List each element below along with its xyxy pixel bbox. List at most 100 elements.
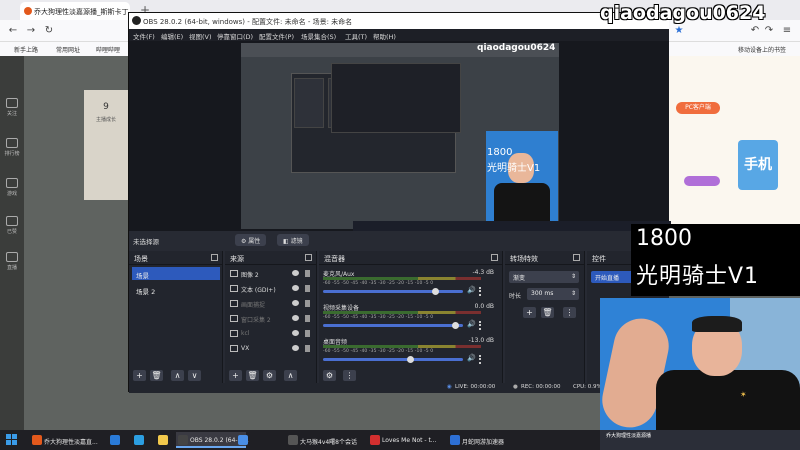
undock-icon[interactable] bbox=[211, 254, 218, 261]
undock-icon[interactable] bbox=[573, 254, 580, 261]
taskbar-app[interactable] bbox=[132, 432, 150, 448]
windows-start-icon[interactable] bbox=[6, 434, 18, 446]
bookmark-item[interactable]: 哔哩哔哩 bbox=[96, 45, 120, 54]
trash-icon[interactable]: 🗑 bbox=[541, 307, 554, 318]
game-icon[interactable] bbox=[6, 178, 18, 188]
win-tile bbox=[6, 434, 11, 439]
scene-item[interactable]: 场景 bbox=[132, 267, 220, 280]
visibility-eye-icon[interactable] bbox=[292, 270, 299, 276]
taskbar-app[interactable] bbox=[108, 432, 126, 448]
undock-icon[interactable] bbox=[491, 254, 498, 261]
properties-button[interactable]: ⚙ 属性 bbox=[235, 234, 267, 246]
add-icon[interactable]: + bbox=[133, 370, 146, 381]
obs-menubar: 文件(F) 编辑(E) 视图(V) 停靠窗口(D) 配置文件(P) 场景集合(S… bbox=[129, 29, 669, 41]
follow-button[interactable] bbox=[684, 176, 720, 186]
bookmark-item[interactable]: 新手上路 bbox=[14, 45, 38, 54]
lock-icon[interactable] bbox=[305, 285, 310, 292]
volume-slider[interactable] bbox=[323, 358, 463, 361]
gear-icon[interactable]: ⚙ bbox=[323, 370, 336, 381]
more-icon[interactable] bbox=[479, 355, 482, 364]
taskbar-app[interactable] bbox=[236, 432, 254, 448]
source-item[interactable]: 文本 (GDI+) bbox=[227, 282, 313, 296]
mobile-bookmarks[interactable]: 移动设备上的书签 bbox=[738, 45, 786, 54]
rank-icon[interactable] bbox=[6, 138, 18, 148]
browser-tab-title: 乔大狗理性淡嘉源播_斯斯卡丁 bbox=[34, 8, 129, 16]
sources-header: 来源 bbox=[225, 251, 316, 265]
browser-tab[interactable]: 乔大狗理性淡嘉源播_斯斯卡丁 bbox=[20, 2, 130, 20]
undock-icon[interactable] bbox=[305, 254, 312, 261]
gear-icon[interactable]: ⚙ bbox=[263, 370, 276, 381]
menu-file[interactable]: 文件(F) bbox=[133, 31, 155, 41]
taskbar-app[interactable]: 月蛇网游加速器 bbox=[448, 432, 524, 448]
lock-icon[interactable] bbox=[305, 345, 310, 352]
back-icon-right[interactable]: ↶ bbox=[748, 24, 762, 38]
menu-view[interactable]: 视图(V) bbox=[189, 31, 212, 41]
scene-item[interactable]: 场景 2 bbox=[132, 283, 220, 296]
lock-icon[interactable] bbox=[305, 330, 310, 337]
menu-profile[interactable]: 配置文件(P) bbox=[259, 31, 294, 41]
source-item[interactable]: VX bbox=[227, 342, 313, 356]
site-left-nav: 关注 排行榜 游戏 已赞 直播 bbox=[0, 56, 24, 430]
duration-stepper[interactable]: 300 ms ⇕ bbox=[527, 288, 579, 300]
menu-edit[interactable]: 编辑(E) bbox=[161, 31, 183, 41]
add-icon[interactable]: + bbox=[229, 370, 242, 381]
obs-preview[interactable]: qiaodagou0624 1800 光明骑士V1 bbox=[129, 41, 671, 231]
move-up-icon[interactable]: ∧ bbox=[171, 370, 184, 381]
source-item[interactable]: 画面捕捉 bbox=[227, 297, 313, 311]
move-up-icon[interactable]: ∧ bbox=[284, 370, 297, 381]
lock-icon[interactable] bbox=[305, 300, 310, 307]
more-icon[interactable]: ⋮ bbox=[343, 370, 356, 381]
visibility-eye-icon[interactable] bbox=[292, 330, 299, 336]
sources-footer: + 🗑 ⚙ ∧ bbox=[225, 367, 316, 383]
source-item[interactable]: kcl bbox=[227, 327, 313, 341]
menu-docks[interactable]: 停靠窗口(D) bbox=[217, 31, 253, 41]
speaker-icon[interactable]: 🔊 bbox=[467, 320, 476, 328]
volume-knob[interactable] bbox=[407, 356, 414, 363]
visibility-eye-icon[interactable] bbox=[292, 315, 299, 321]
level-meter bbox=[323, 277, 481, 280]
more-icon[interactable]: ⋮ bbox=[563, 307, 576, 318]
menu-icon[interactable]: ≡ bbox=[780, 24, 794, 38]
taskbar-app[interactable]: 乔大狗理性淡嘉直... bbox=[30, 432, 102, 448]
volume-slider[interactable] bbox=[323, 290, 463, 293]
trash-icon[interactable]: 🗑 bbox=[246, 370, 259, 381]
like-icon[interactable] bbox=[6, 216, 18, 226]
volume-knob[interactable] bbox=[451, 322, 459, 329]
lock-icon[interactable] bbox=[305, 270, 310, 277]
side-label: 关注 bbox=[6, 111, 17, 117]
transition-select[interactable]: 渐变 ⇕ bbox=[509, 271, 579, 283]
more-icon[interactable] bbox=[479, 321, 482, 330]
source-item[interactable]: 窗口采集 2 bbox=[227, 312, 313, 326]
menu-help[interactable]: 帮助(H) bbox=[373, 31, 396, 41]
speaker-icon[interactable]: 🔊 bbox=[467, 286, 476, 294]
taskbar-app-label: 乔大狗理性淡嘉直... bbox=[44, 439, 98, 446]
more-icon[interactable] bbox=[479, 287, 482, 296]
add-icon[interactable]: + bbox=[523, 307, 536, 318]
follow-icon[interactable] bbox=[6, 98, 18, 108]
star-icon[interactable]: ★ bbox=[672, 24, 686, 38]
filters-button[interactable]: ◧ 滤镜 bbox=[277, 234, 309, 246]
forward-icon[interactable]: → bbox=[24, 24, 38, 38]
side-label: 已赞 bbox=[6, 229, 17, 235]
visibility-eye-icon[interactable] bbox=[292, 300, 299, 306]
bookmark-item[interactable]: 常用网址 bbox=[56, 45, 80, 54]
visibility-eye-icon[interactable] bbox=[292, 345, 299, 351]
lock-icon[interactable] bbox=[305, 315, 310, 322]
live-icon[interactable] bbox=[6, 252, 18, 262]
visibility-eye-icon[interactable] bbox=[292, 285, 299, 291]
pc-client-button[interactable]: PC客户端 bbox=[676, 102, 720, 114]
forward-icon-right[interactable]: ↷ bbox=[762, 24, 776, 38]
speaker-icon[interactable]: 🔊 bbox=[467, 354, 476, 362]
trash-icon[interactable]: 🗑 bbox=[150, 370, 163, 381]
menu-tools[interactable]: 工具(T) bbox=[345, 31, 367, 41]
volume-slider[interactable] bbox=[323, 324, 463, 327]
move-down-icon[interactable]: ∨ bbox=[188, 370, 201, 381]
reload-icon[interactable]: ↻ bbox=[42, 24, 56, 38]
volume-knob[interactable] bbox=[432, 288, 440, 295]
back-icon[interactable]: ← bbox=[6, 24, 20, 38]
taskbar-app[interactable] bbox=[156, 432, 174, 448]
taskbar-app[interactable]: Loves Me Not - t... bbox=[368, 432, 444, 448]
taskbar-app[interactable]: 大马猴4v4曙8个会话 bbox=[286, 432, 364, 448]
source-item[interactable]: 图像 2 bbox=[227, 267, 313, 281]
menu-scene-collection[interactable]: 场景集合(S) bbox=[301, 31, 336, 41]
